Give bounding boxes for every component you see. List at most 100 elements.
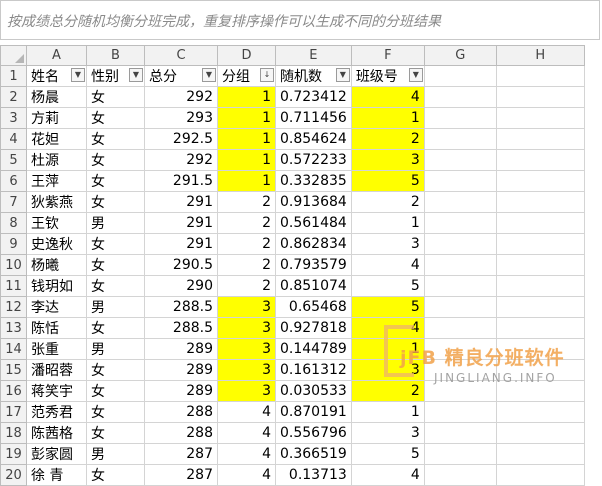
row-header[interactable]: 5 [0,149,27,171]
cell-class[interactable]: 2 [350,128,425,150]
cell-gender[interactable]: 女 [86,380,145,402]
row-header[interactable]: 13 [0,317,27,339]
cell-empty[interactable] [495,86,585,108]
cell-total[interactable]: 289 [144,338,218,360]
cell-empty[interactable] [495,170,585,192]
cell-name[interactable]: 陈恬 [26,317,87,339]
cell-name[interactable]: 狄紫燕 [26,191,87,213]
cell-gender[interactable]: 女 [86,464,145,486]
row-header[interactable]: 4 [0,128,27,150]
cell-total[interactable]: 292.5 [144,128,218,150]
formula-bar[interactable]: 按成绩总分随机均衡分班完成，重复排序操作可以生成不同的分班结果 [0,0,600,40]
cell-gender[interactable]: 女 [86,107,145,129]
cell-name[interactable]: 彭家圆 [26,443,87,465]
cell-group[interactable]: 3 [217,317,276,339]
cell-class[interactable]: 4 [350,254,425,276]
cell-random[interactable]: 0.161312 [275,359,352,381]
cell-total[interactable]: 288 [144,401,218,423]
cell-empty[interactable] [495,296,585,318]
row-header[interactable]: 19 [0,443,27,465]
cell-name[interactable]: 李达 [26,296,87,318]
col-header-h[interactable]: H [495,45,585,66]
cell-empty[interactable] [423,65,497,87]
cell-total[interactable]: 287 [144,443,218,465]
row-header[interactable]: 14 [0,338,27,360]
cell-random[interactable]: 0.144789 [275,338,352,360]
cell-name[interactable]: 王萍 [26,170,87,192]
cell-name[interactable]: 徐 青 [26,464,87,486]
cell-empty[interactable] [423,296,497,318]
cell-empty[interactable] [423,338,497,360]
header-class[interactable]: 班级号 ▼ [350,65,425,87]
cell-gender[interactable]: 男 [86,212,145,234]
cell-total[interactable]: 293 [144,107,218,129]
cell-empty[interactable] [423,317,497,339]
cell-class[interactable]: 2 [350,191,425,213]
cell-name[interactable]: 潘昭蓉 [26,359,87,381]
select-all-corner[interactable] [0,45,27,66]
cell-empty[interactable] [423,128,497,150]
cell-class[interactable]: 5 [350,296,425,318]
filter-dropdown-icon[interactable]: ▼ [71,68,85,82]
row-header[interactable]: 12 [0,296,27,318]
col-header-f[interactable]: F [350,45,425,66]
cell-gender[interactable]: 女 [86,359,145,381]
cell-group[interactable]: 4 [217,401,276,423]
header-total[interactable]: 总分 ▼ [144,65,218,87]
cell-empty[interactable] [495,317,585,339]
row-header[interactable]: 20 [0,464,27,486]
cell-group[interactable]: 2 [217,212,276,234]
cell-empty[interactable] [423,107,497,129]
cell-empty[interactable] [423,170,497,192]
cell-group[interactable]: 1 [217,128,276,150]
cell-class[interactable]: 3 [350,359,425,381]
cell-name[interactable]: 杜源 [26,149,87,171]
cell-class[interactable]: 5 [350,443,425,465]
cell-gender[interactable]: 女 [86,422,145,444]
cell-gender[interactable]: 女 [86,191,145,213]
cell-class[interactable]: 1 [350,401,425,423]
cell-gender[interactable]: 女 [86,275,145,297]
cell-random[interactable]: 0.851074 [275,275,352,297]
cell-random[interactable]: 0.854624 [275,128,352,150]
cell-gender[interactable]: 女 [86,401,145,423]
cell-empty[interactable] [423,212,497,234]
cell-empty[interactable] [423,233,497,255]
cell-total[interactable]: 288.5 [144,317,218,339]
cell-name[interactable]: 杨曦 [26,254,87,276]
cell-gender[interactable]: 男 [86,338,145,360]
cell-empty[interactable] [495,464,585,486]
cell-class[interactable]: 5 [350,275,425,297]
col-header-e[interactable]: E [275,45,352,66]
cell-empty[interactable] [423,422,497,444]
filter-dropdown-icon[interactable]: ▼ [129,68,143,82]
cell-empty[interactable] [495,338,585,360]
cell-gender[interactable]: 男 [86,296,145,318]
row-header[interactable]: 17 [0,401,27,423]
cell-group[interactable]: 2 [217,254,276,276]
cell-class[interactable]: 2 [350,380,425,402]
cell-empty[interactable] [423,401,497,423]
cell-group[interactable]: 1 [217,107,276,129]
cell-total[interactable]: 292 [144,149,218,171]
cell-total[interactable]: 292 [144,86,218,108]
cell-class[interactable]: 1 [350,338,425,360]
header-random[interactable]: 随机数 ▼ [275,65,352,87]
header-gender[interactable]: 性别 ▼ [86,65,145,87]
cell-random[interactable]: 0.561484 [275,212,352,234]
cell-random[interactable]: 0.030533 [275,380,352,402]
col-header-g[interactable]: G [423,45,497,66]
cell-empty[interactable] [423,359,497,381]
cell-empty[interactable] [495,65,585,87]
filter-dropdown-icon[interactable]: ▼ [335,68,350,82]
filter-dropdown-icon[interactable]: ▼ [408,68,423,82]
cell-empty[interactable] [495,443,585,465]
row-header[interactable]: 8 [0,212,27,234]
cell-gender[interactable]: 女 [86,233,145,255]
filter-dropdown-icon[interactable]: ▼ [202,68,216,82]
cell-random[interactable]: 0.65468 [275,296,352,318]
cell-empty[interactable] [423,275,497,297]
cell-empty[interactable] [495,233,585,255]
cell-class[interactable]: 4 [350,317,425,339]
row-header[interactable]: 11 [0,275,27,297]
